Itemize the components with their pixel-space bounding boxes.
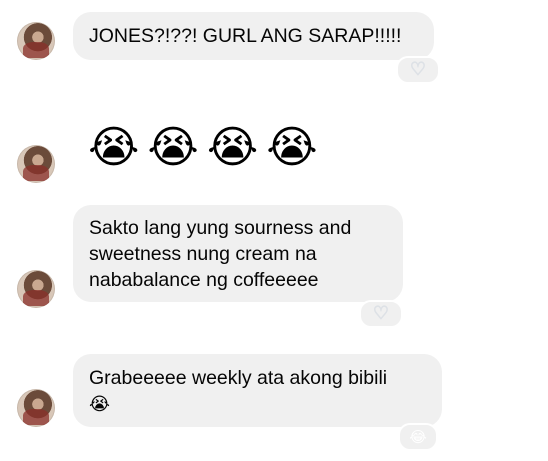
crying-emoji-icon: 😭 [206, 122, 259, 173]
emoji-message[interactable]: 😭 😭 😭 😭 [88, 122, 318, 174]
message-text-3: Sakto lang yung sourness and sweetness n… [89, 217, 352, 291]
heart-reaction-icon[interactable]: ♡ [359, 300, 403, 328]
crying-emoji-icon: 😭 [88, 122, 140, 173]
crying-emoji-icon: 😭 [89, 394, 111, 415]
message-bubble-1[interactable]: JONES?!??! GURL ANG SARAP!!!!! [73, 12, 434, 60]
crying-emoji-icon: 😭 [147, 122, 199, 173]
contact-avatar[interactable] [17, 389, 55, 427]
contact-avatar[interactable] [17, 22, 55, 60]
heart-reaction-icon[interactable]: ♡ [396, 56, 440, 84]
contact-avatar[interactable] [17, 270, 55, 308]
message-text-1: JONES?!??! GURL ANG SARAP!!!!! [89, 25, 402, 47]
laugh-reaction-icon[interactable]: 😂 [398, 423, 438, 451]
message-text-4: Grabeeeee weekly ata akong bibili [89, 367, 388, 389]
contact-avatar[interactable] [17, 145, 55, 183]
crying-emoji-icon: 😭 [266, 122, 318, 173]
message-bubble-4[interactable]: Grabeeeee weekly ata akong bibili 😭 [73, 354, 442, 427]
message-bubble-3[interactable]: Sakto lang yung sourness and sweetness n… [73, 205, 403, 302]
